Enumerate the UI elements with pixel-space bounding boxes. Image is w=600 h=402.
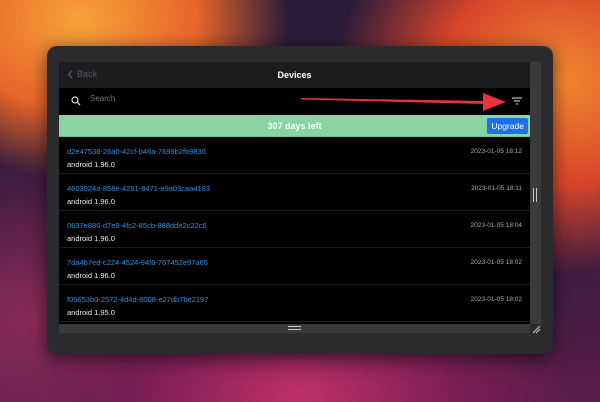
device-timestamp: 2023-01-05 18:11 [471, 185, 522, 192]
device-version: android 1.96.0 [67, 160, 115, 169]
device-version: android 1.96.0 [67, 234, 115, 243]
device-list: d2e47538-26a0-42cf-b46a-7699b2fb9836 andr… [59, 137, 530, 322]
resize-corner-icon[interactable] [531, 324, 541, 334]
devices-screen: Back Devices 307 days left Upgrade d2e47… [59, 62, 530, 324]
device-timestamp: 2023-01-05 18:12 [470, 148, 522, 155]
upgrade-button[interactable]: Upgrade [487, 118, 528, 134]
vertical-drag-handle[interactable] [533, 188, 537, 202]
days-left-text: 307 days left [267, 121, 322, 131]
device-id[interactable]: 0637e886-d7e9-4fc2-85cb-888dde2c22c6 [67, 221, 207, 230]
device-row[interactable]: d2e47538-26a0-42cf-b46a-7699b2fb9836 andr… [59, 137, 530, 174]
red-arrow-annotation [301, 93, 506, 111]
device-row[interactable]: f05653b0-2572-4d4d-8008-e27db7be2197 andr… [59, 285, 530, 322]
device-row[interactable]: 4603024a-858e-4291-8471-e9a03caa4183 andr… [59, 174, 530, 211]
device-version: android 1.96.0 [67, 271, 115, 280]
right-resize-bar[interactable] [530, 62, 541, 324]
device-id[interactable]: d2e47538-26a0-42cf-b46a-7699b2fb9836 [67, 147, 206, 156]
device-version: android 1.95.0 [67, 308, 115, 317]
bottom-resize-bar[interactable] [59, 324, 530, 333]
search-icon [71, 96, 81, 106]
device-timestamp: 2023-01-05 18:02 [470, 296, 522, 303]
page-title: Devices [277, 70, 312, 80]
device-timestamp: 2023-01-05 18:04 [470, 222, 522, 229]
app-window: Back Devices 307 days left Upgrade d2e47… [47, 46, 553, 354]
device-timestamp: 2023-01-05 18:02 [470, 259, 522, 266]
header: Back Devices [59, 62, 530, 88]
search-input[interactable] [90, 94, 290, 103]
search-bar [59, 88, 530, 114]
device-id[interactable]: 7da4b7ed-c224-4524-94f6-767452e97a65 [67, 258, 208, 267]
device-id[interactable]: 4603024a-858e-4291-8471-e9a03caa4183 [67, 184, 210, 193]
device-version: android 1.96.0 [67, 197, 115, 206]
filter-icon[interactable] [512, 97, 522, 105]
trial-banner: 307 days left Upgrade [59, 115, 530, 137]
device-row[interactable]: 7da4b7ed-c224-4524-94f6-767452e97a65 andr… [59, 248, 530, 285]
device-row[interactable]: 0637e886-d7e9-4fc2-85cb-888dde2c22c6 andr… [59, 211, 530, 248]
device-id[interactable]: f05653b0-2572-4d4d-8008-e27db7be2197 [67, 295, 208, 304]
horizontal-drag-handle[interactable] [288, 326, 301, 330]
